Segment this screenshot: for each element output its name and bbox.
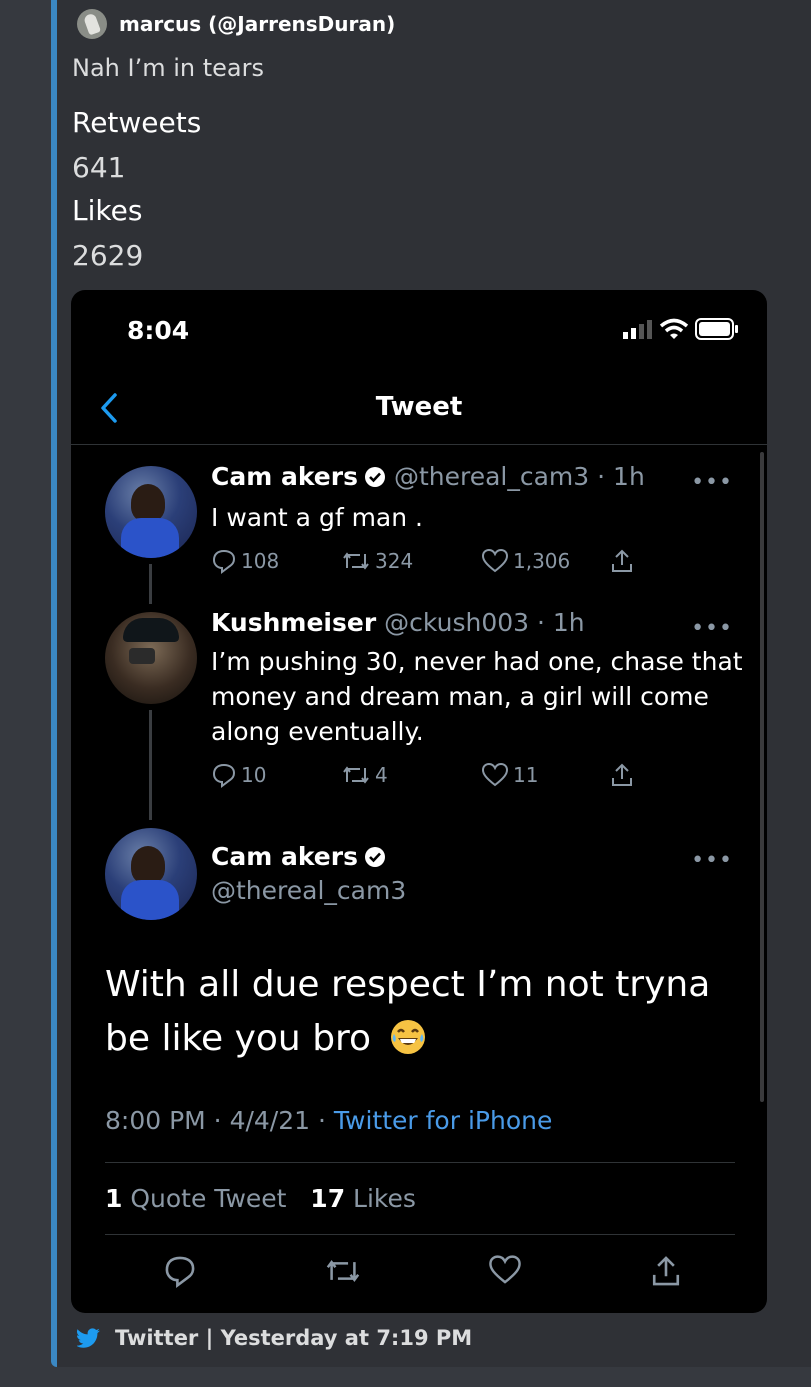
like-count: 1,306 [513,549,571,573]
verified-icon [364,466,385,487]
divider [105,1162,735,1163]
embed-footer: Twitter | Yesterday at 7:19 PM [77,1326,472,1350]
reply-count: 108 [241,549,280,573]
reply-count: 10 [241,763,267,787]
retweet-count: 324 [375,549,414,573]
avatar[interactable] [105,612,197,704]
retweet-icon[interactable] [324,1254,362,1288]
tweet-actions: 108 324 1,306 [211,548,639,574]
retweet-button[interactable]: 324 [341,548,481,574]
reply-button[interactable]: 10 [211,762,341,788]
tweet-author-name[interactable]: Cam akers [211,842,358,871]
more-icon[interactable]: ••• [691,616,733,641]
tweet-author-name[interactable]: Kushmeiser [211,608,376,637]
tweet-handle[interactable]: @thereal_cam3 · 1h [394,462,645,491]
tweet-author-name[interactable]: Cam akers [211,462,358,491]
like-button[interactable]: 1,306 [481,548,609,574]
twitter-bird-icon [77,1328,100,1348]
tweet-header: Kushmeiser @ckush003 · 1h [211,608,585,637]
signal-icon [623,320,652,339]
share-icon [612,549,632,572]
reply-icon [212,763,236,788]
thread-line [149,564,152,604]
like-button[interactable]: 11 [481,762,609,788]
scrollbar[interactable] [760,452,764,1102]
more-icon[interactable]: ••• [691,848,733,873]
author-avatar[interactable] [77,9,107,39]
likes-stat[interactable]: 17 Likes [310,1184,416,1213]
quote-label: Quote Tweet [130,1184,287,1213]
embed-author[interactable]: marcus (@JarrensDuran) [77,8,395,40]
tweet-nav-bar: Tweet [71,374,767,445]
verified-icon [364,846,385,867]
retweet-button[interactable]: 4 [341,762,481,788]
reply-icon[interactable] [163,1254,197,1288]
like-icon [481,762,509,787]
field-name-retweets: Retweets [72,106,202,139]
divider [105,1234,735,1235]
reply-button[interactable]: 108 [211,548,341,574]
author-name[interactable]: marcus (@JarrensDuran) [119,12,395,36]
likes-count: 17 [310,1184,346,1213]
tweet-header: Cam akers @thereal_cam3 · 1h [211,462,645,491]
tweet-handle[interactable]: @ckush003 · 1h [384,608,584,637]
tweet-timestamp[interactable]: 8:00 PM · 4/4/21 · [105,1106,334,1135]
like-count: 11 [513,763,539,787]
avatar[interactable] [105,466,197,558]
tweet-header: @thereal_cam3 [211,876,406,905]
wifi-icon [659,318,689,339]
tweet-stats: 1 Quote Tweet 17 Likes [105,1184,416,1213]
status-time: 8:04 [127,316,190,345]
share-icon[interactable] [649,1254,683,1288]
share-button[interactable] [609,762,639,788]
quote-count: 1 [105,1184,123,1213]
field-value-likes: 2629 [72,239,144,272]
status-icons [623,318,739,340]
tweet-handle[interactable]: @thereal_cam3 [211,876,406,905]
likes-label: Likes [353,1184,416,1213]
embed-image-screenshot[interactable]: 8:04 Tweet Cam akers @thereal_cam3 · 1h … [71,290,767,1313]
more-icon[interactable]: ••• [691,470,733,495]
avatar[interactable] [105,828,197,920]
retweet-icon [343,766,369,784]
tweet-header: Cam akers [211,842,386,871]
tweet-meta: 8:00 PM · 4/4/21 · Twitter for iPhone [105,1106,552,1135]
tweet-source-link[interactable]: Twitter for iPhone [334,1106,552,1135]
embed-description: Nah I’m in tears [72,54,264,82]
nav-title: Tweet [375,392,463,422]
retweet-count: 4 [375,763,388,787]
tweet-actions: 10 4 11 [211,762,639,788]
retweet-icon [343,552,369,570]
battery-icon [695,318,738,340]
share-button[interactable] [609,548,639,574]
share-icon [612,763,632,786]
tweet-text: I want a gf man . [211,503,423,532]
tweet-embed: marcus (@JarrensDuran) Nah I’m in tears … [51,0,811,1367]
field-name-likes: Likes [72,194,143,227]
reply-icon [212,549,236,574]
like-icon[interactable] [488,1254,522,1286]
laughing-emoji [390,1020,425,1054]
thread-line [149,710,152,820]
main-tweet-text: With all due respect I’m not tryna be li… [105,958,745,1066]
footer-text: Twitter | Yesterday at 7:19 PM [115,1326,473,1350]
main-tweet-actions [163,1254,683,1288]
quote-tweet-stat[interactable]: 1 Quote Tweet [105,1184,286,1213]
like-icon [481,548,509,573]
field-value-retweets: 641 [72,151,126,184]
tweet-text: I’m pushing 30, never had one, chase tha… [211,647,743,746]
